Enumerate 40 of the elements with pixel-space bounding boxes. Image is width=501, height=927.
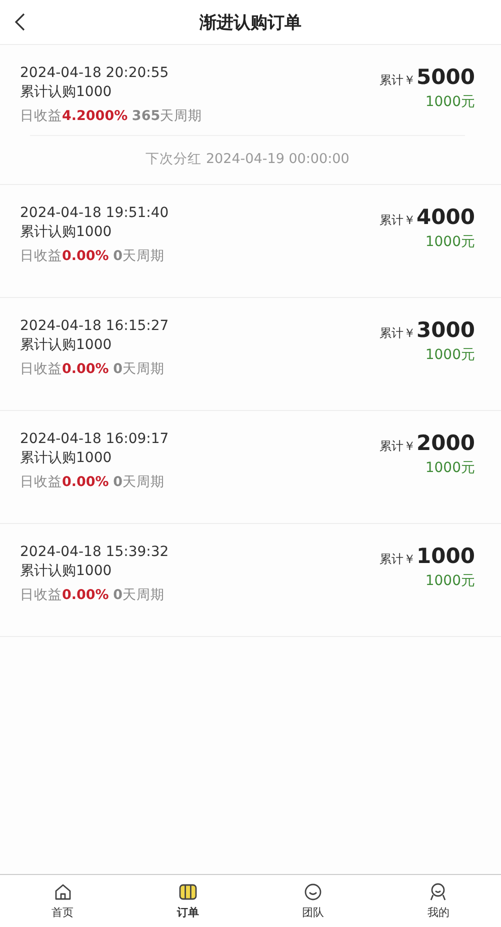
order-time: 2024-04-18 16:15:27 [20, 318, 169, 334]
order-time: 2024-04-18 19:51:40 [20, 205, 169, 221]
tab-bar-item[interactable]: 我的 [376, 875, 501, 927]
page-title: 渐进认购订单 [200, 12, 302, 34]
smiley-icon [303, 882, 324, 902]
order-time: 2024-04-18 20:20:55 [20, 65, 170, 81]
total-amount: 2000 [416, 431, 475, 455]
yield-text: 日收益0.00% 0天周期 [20, 247, 166, 265]
subscription-text: 累计认购1000 [20, 83, 113, 101]
order-amount: 1000元 [425, 346, 475, 364]
order-time: 2024-04-18 16:09:17 [20, 431, 169, 447]
order-amount: 1000元 [425, 459, 475, 477]
order-time: 2024-04-18 15:39:32 [20, 544, 169, 560]
total-label: 累计￥ [380, 551, 416, 568]
yield-text: 日收益0.00% 0天周期 [20, 473, 166, 491]
subscription-text: 累计认购1000 [20, 449, 113, 467]
total-label: 累计￥ [380, 72, 416, 89]
total-amount: 1000 [416, 544, 475, 568]
tab-bar-item[interactable]: 订单 [125, 875, 250, 927]
total-amount: 5000 [416, 65, 475, 89]
yield-text: 日收益0.00% 0天周期 [20, 360, 166, 378]
home-icon [52, 882, 73, 902]
total-label: 累计￥ [380, 212, 416, 229]
yield-text: 日收益0.00% 0天周期 [20, 586, 166, 604]
subscription-text: 累计认购1000 [20, 223, 113, 241]
order-amount: 1000元 [425, 572, 475, 590]
subscription-text: 累计认购1000 [20, 336, 113, 354]
order-amount: 1000元 [425, 233, 475, 251]
total-label: 累计￥ [380, 438, 416, 455]
total-label: 累计￥ [380, 325, 416, 342]
order-amount: 1000元 [425, 93, 475, 111]
total-amount: 3000 [416, 318, 475, 342]
next-dividend-text: 下次分红 2024-04-19 00:00:00 [146, 151, 350, 167]
columns-icon [178, 882, 198, 902]
tab-bar-item[interactable]: 首页 [0, 875, 126, 927]
yield-text: 日收益4.2000% 365天周期 [20, 107, 202, 125]
subscription-text: 累计认购1000 [20, 562, 113, 580]
total-amount: 4000 [416, 205, 475, 229]
tab-bar-item[interactable]: 团队 [250, 875, 376, 927]
user-icon [428, 882, 448, 902]
